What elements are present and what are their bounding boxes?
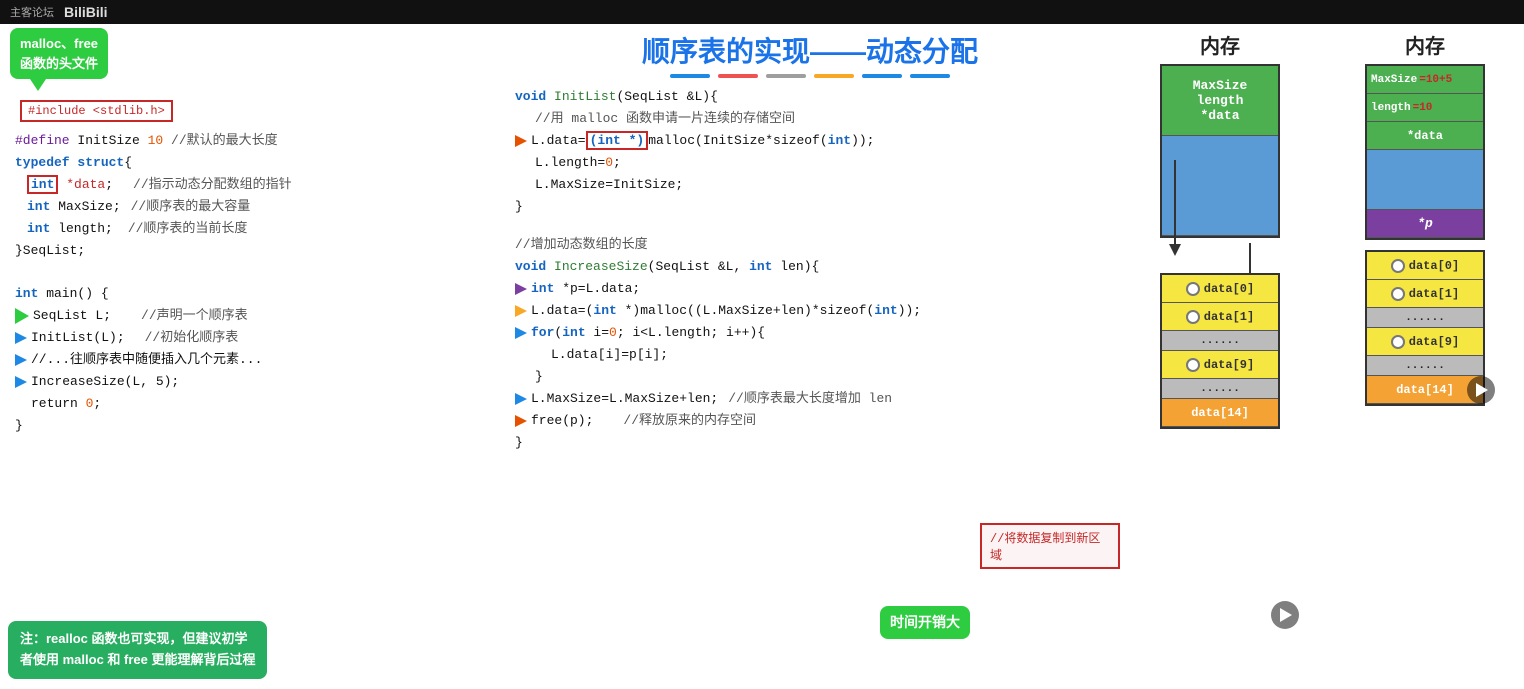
mem-gap-1 bbox=[1189, 243, 1251, 273]
color-seg-2 bbox=[718, 74, 758, 78]
mem-dots2-2: ...... bbox=[1367, 356, 1483, 376]
play-button-1[interactable] bbox=[1271, 601, 1299, 629]
mem-blue-2 bbox=[1367, 150, 1483, 210]
realloc-bubble: 注：realloc 函数也可实现，但建议初学者使用 malloc 和 free … bbox=[8, 621, 267, 679]
mem-data1-2: data[1] bbox=[1367, 280, 1483, 308]
increase-code: //增加动态数组的长度 void IncreaseSize(SeqList &L… bbox=[515, 234, 1105, 455]
color-bar bbox=[515, 74, 1105, 78]
struct-cells-2: MaxSize=10+5 length=10 *data *p bbox=[1365, 64, 1485, 240]
memory-title-2: 内存 bbox=[1405, 30, 1445, 59]
top-header: 主客论坛 BiliBili bbox=[0, 0, 1524, 24]
malloc-bubble: malloc、free函数的头文件 bbox=[10, 28, 108, 91]
mem-data14-2: data[14] bbox=[1367, 376, 1483, 404]
mem-data14-1: data[14] bbox=[1162, 399, 1278, 427]
left-panel: malloc、free函数的头文件 #include <stdlib.h> #d… bbox=[0, 0, 500, 689]
struct-code: #define InitSize 10 //默认的最大长度 typedef st… bbox=[15, 130, 485, 263]
mem-dots2-1: ...... bbox=[1162, 379, 1278, 399]
color-seg-4 bbox=[814, 74, 854, 78]
include-box: #include <stdlib.h> bbox=[20, 100, 485, 122]
memory-title-1: 内存 bbox=[1200, 30, 1240, 59]
site-name: 主客论坛 bbox=[10, 4, 54, 20]
time-cost-bubble: 时间开销大 bbox=[880, 606, 970, 639]
color-seg-1 bbox=[670, 74, 710, 78]
mem-blue-1 bbox=[1162, 136, 1278, 236]
mem-pdata-2: *data bbox=[1367, 122, 1483, 150]
data-cells-1: data[0] data[1] ...... data[9] ...... da… bbox=[1160, 273, 1280, 429]
mem-maxsize-1: MaxSizelength*data bbox=[1162, 66, 1278, 136]
middle-panel: 顺序表的实现——动态分配 void InitList(SeqList &L){ … bbox=[500, 0, 1120, 689]
mem-p-2: *p bbox=[1367, 210, 1483, 238]
memory-panel-1: 内存 MaxSizelength*data data[0] data[1] bbox=[1130, 30, 1310, 684]
struct-cells-1: MaxSizelength*data bbox=[1160, 64, 1280, 238]
mem-maxsize-2: MaxSize=10+5 bbox=[1367, 66, 1483, 94]
memory-panel-2: 内存 MaxSize=10+5 length=10 *data *p bbox=[1335, 30, 1515, 684]
bilibili-logo: BiliBili bbox=[64, 4, 108, 20]
color-seg-5 bbox=[862, 74, 902, 78]
data-cells-2: data[0] data[1] ...... data[9] ...... da… bbox=[1365, 250, 1485, 406]
color-seg-6 bbox=[910, 74, 950, 78]
color-seg-3 bbox=[766, 74, 806, 78]
mem-data9-2: data[9] bbox=[1367, 328, 1483, 356]
mem-dots-2: ...... bbox=[1367, 308, 1483, 328]
right-panels: 内存 MaxSizelength*data data[0] data[1] bbox=[1120, 0, 1524, 689]
copy-data-bubble: //将数据复制到新区域 bbox=[980, 523, 1120, 569]
main-code: int main() { SeqList L; //声明一个顺序表 InitLi… bbox=[15, 283, 485, 438]
mem-data1-1: data[1] bbox=[1162, 303, 1278, 331]
page-title: 顺序表的实现——动态分配 bbox=[515, 30, 1105, 70]
play-button-2[interactable] bbox=[1467, 376, 1495, 404]
mem-data0-1: data[0] bbox=[1162, 275, 1278, 303]
main-container: 主客论坛 BiliBili malloc、free函数的头文件 #include… bbox=[0, 0, 1524, 689]
mem-data0-2: data[0] bbox=[1367, 252, 1483, 280]
init-code: void InitList(SeqList &L){ //用 malloc 函数… bbox=[515, 86, 1105, 219]
mem-length-2: length=10 bbox=[1367, 94, 1483, 122]
mem-data9-1: data[9] bbox=[1162, 351, 1278, 379]
mem-dots-1: ...... bbox=[1162, 331, 1278, 351]
